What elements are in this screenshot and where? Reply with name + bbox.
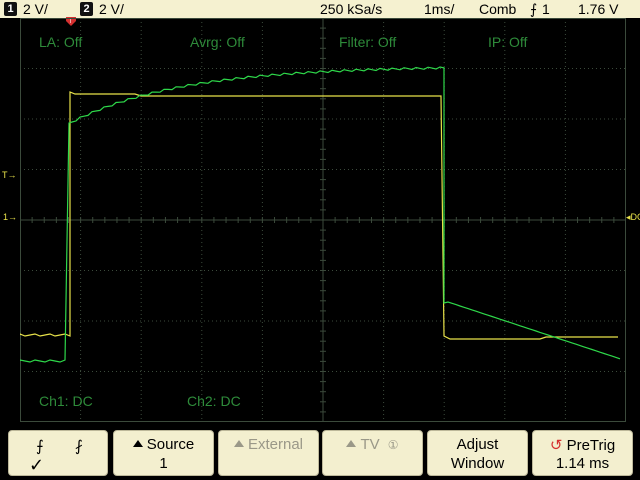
ip-status: IP: Off xyxy=(488,34,528,50)
ch1-ground-marker-number: 1 xyxy=(3,212,9,222)
ch1-scale: 2 V/ xyxy=(23,1,48,17)
waveform-display[interactable]: LA: Off Avrg: Off Filter: Off IP: Off Ch… xyxy=(20,18,626,422)
checkmark-icon: ✓ xyxy=(29,455,45,475)
source-value: 1 xyxy=(159,455,168,472)
ch2-scale-group[interactable]: 2 2 V/ xyxy=(80,1,124,17)
ch2-number-badge: 2 xyxy=(80,2,93,16)
pretrig-value: 1.14 ms xyxy=(555,455,610,472)
ch1-scale-group[interactable]: 1 2 V/ xyxy=(4,1,48,17)
status-bar: 1 2 V/ 2 2 V/ 250 kSa/s 1ms/ Comb ⨍ 1 1.… xyxy=(0,0,640,26)
rising-slope-icon: ⨍ xyxy=(36,438,44,455)
acquisition-mode: Comb xyxy=(479,1,517,17)
la-status: LA: Off xyxy=(39,34,83,50)
adjust-label: Adjust xyxy=(456,436,499,453)
ch1-trace xyxy=(20,91,618,340)
up-triangle-icon xyxy=(132,440,143,447)
counterclockwise-arrow-icon: ↺ xyxy=(549,437,563,454)
trigger-level-marker[interactable]: T→ xyxy=(2,170,17,180)
external-label: External xyxy=(247,436,304,453)
window-label: Window xyxy=(450,455,505,472)
pretrig-softkey[interactable]: ↺ PreTrig 1.14 ms xyxy=(532,430,633,476)
waveform-graph xyxy=(20,18,626,422)
tv-softkey[interactable]: TV ① xyxy=(322,430,423,476)
ch2-scale: 2 V/ xyxy=(99,1,124,17)
timebase[interactable]: 1ms/ xyxy=(424,1,454,17)
filter-status: Filter: Off xyxy=(339,34,397,50)
sample-rate: 250 kSa/s xyxy=(320,1,383,17)
trigger-level-marker-letter: T xyxy=(2,170,8,180)
falling-slope-icon: ⨏ xyxy=(75,438,83,455)
trigger-source: 1 xyxy=(542,1,550,17)
dc-marker-label: DC xyxy=(630,212,640,222)
dc-marker: ◂DC xyxy=(626,212,640,223)
ch1-ground-marker[interactable]: 1→ xyxy=(3,212,17,222)
softkey-bar: ⨍ ⨏ ✓ Source 1 External TV ① Adjust Wind… xyxy=(0,422,640,480)
tv-circled-one-icon: ① xyxy=(387,438,399,452)
trigger-level[interactable]: 1.76 V xyxy=(578,1,618,17)
averaging-status: Avrg: Off xyxy=(190,34,245,50)
ch1-number-badge: 1 xyxy=(4,2,17,16)
external-softkey[interactable]: External xyxy=(218,430,319,476)
up-triangle-icon xyxy=(346,440,357,447)
trigger-slope-icon: ⨍ xyxy=(530,1,538,17)
ch2-trace xyxy=(20,66,621,363)
pretrig-label: PreTrig xyxy=(566,437,616,454)
up-triangle-icon xyxy=(233,440,244,447)
slope-softkey[interactable]: ⨍ ⨏ ✓ xyxy=(8,430,108,476)
source-softkey[interactable]: Source 1 xyxy=(113,430,214,476)
ch1-coupling: Ch1: DC xyxy=(39,393,93,409)
source-label: Source xyxy=(146,436,195,453)
ch2-coupling: Ch2: DC xyxy=(187,393,241,409)
adjust-window-softkey[interactable]: Adjust Window xyxy=(427,430,528,476)
tv-label: TV xyxy=(360,436,380,453)
